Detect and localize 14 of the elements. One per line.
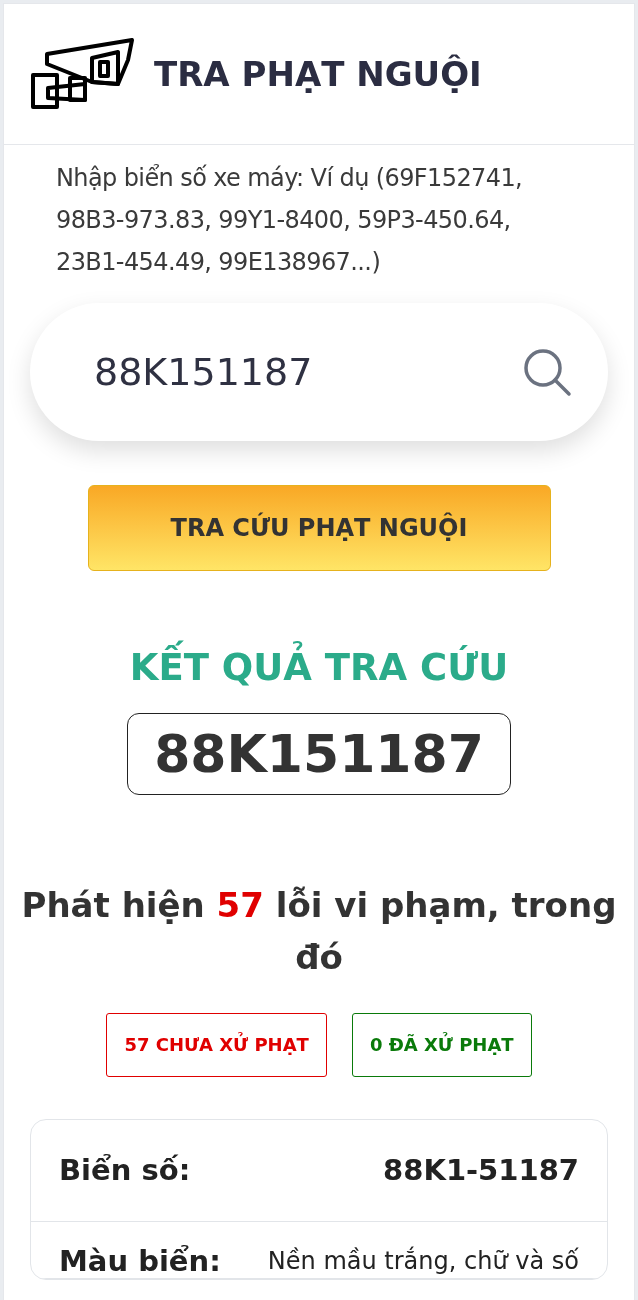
license-plate: 88K151187: [127, 712, 511, 795]
search-field[interactable]: 88K151187: [30, 303, 608, 441]
security-camera-icon: [30, 38, 136, 110]
detail-value: Nền mầu trắng, chữ và số: [266, 1245, 579, 1277]
instruction-text: Nhập biển số xe máy: Ví dụ (69F152741, 98B3-973.83, 99Y1-8400, 59P3-450.64, 23B1-454.49, 99E138967...): [56, 163, 524, 278]
status-tag[interactable]: 0 ĐÃ XỬ PHẠT: [351, 1012, 532, 1077]
app-title: TRA PHẠT NGUỘI: [154, 54, 482, 94]
detail-value: 88K1-51187: [383, 1153, 579, 1188]
detail-label: Màu biển:: [59, 1243, 221, 1278]
search-button[interactable]: TRA CỨU PHẠT NGUỘI: [87, 485, 551, 571]
search-icon[interactable]: [522, 347, 572, 397]
detail-label: Biển số:: [59, 1153, 191, 1188]
status-tag[interactable]: 57 CHƯA XỬ PHẠT: [106, 1012, 327, 1077]
violation-summary: Phát hiện 57 lỗi vi phạm, trong đó: [20, 883, 618, 979]
